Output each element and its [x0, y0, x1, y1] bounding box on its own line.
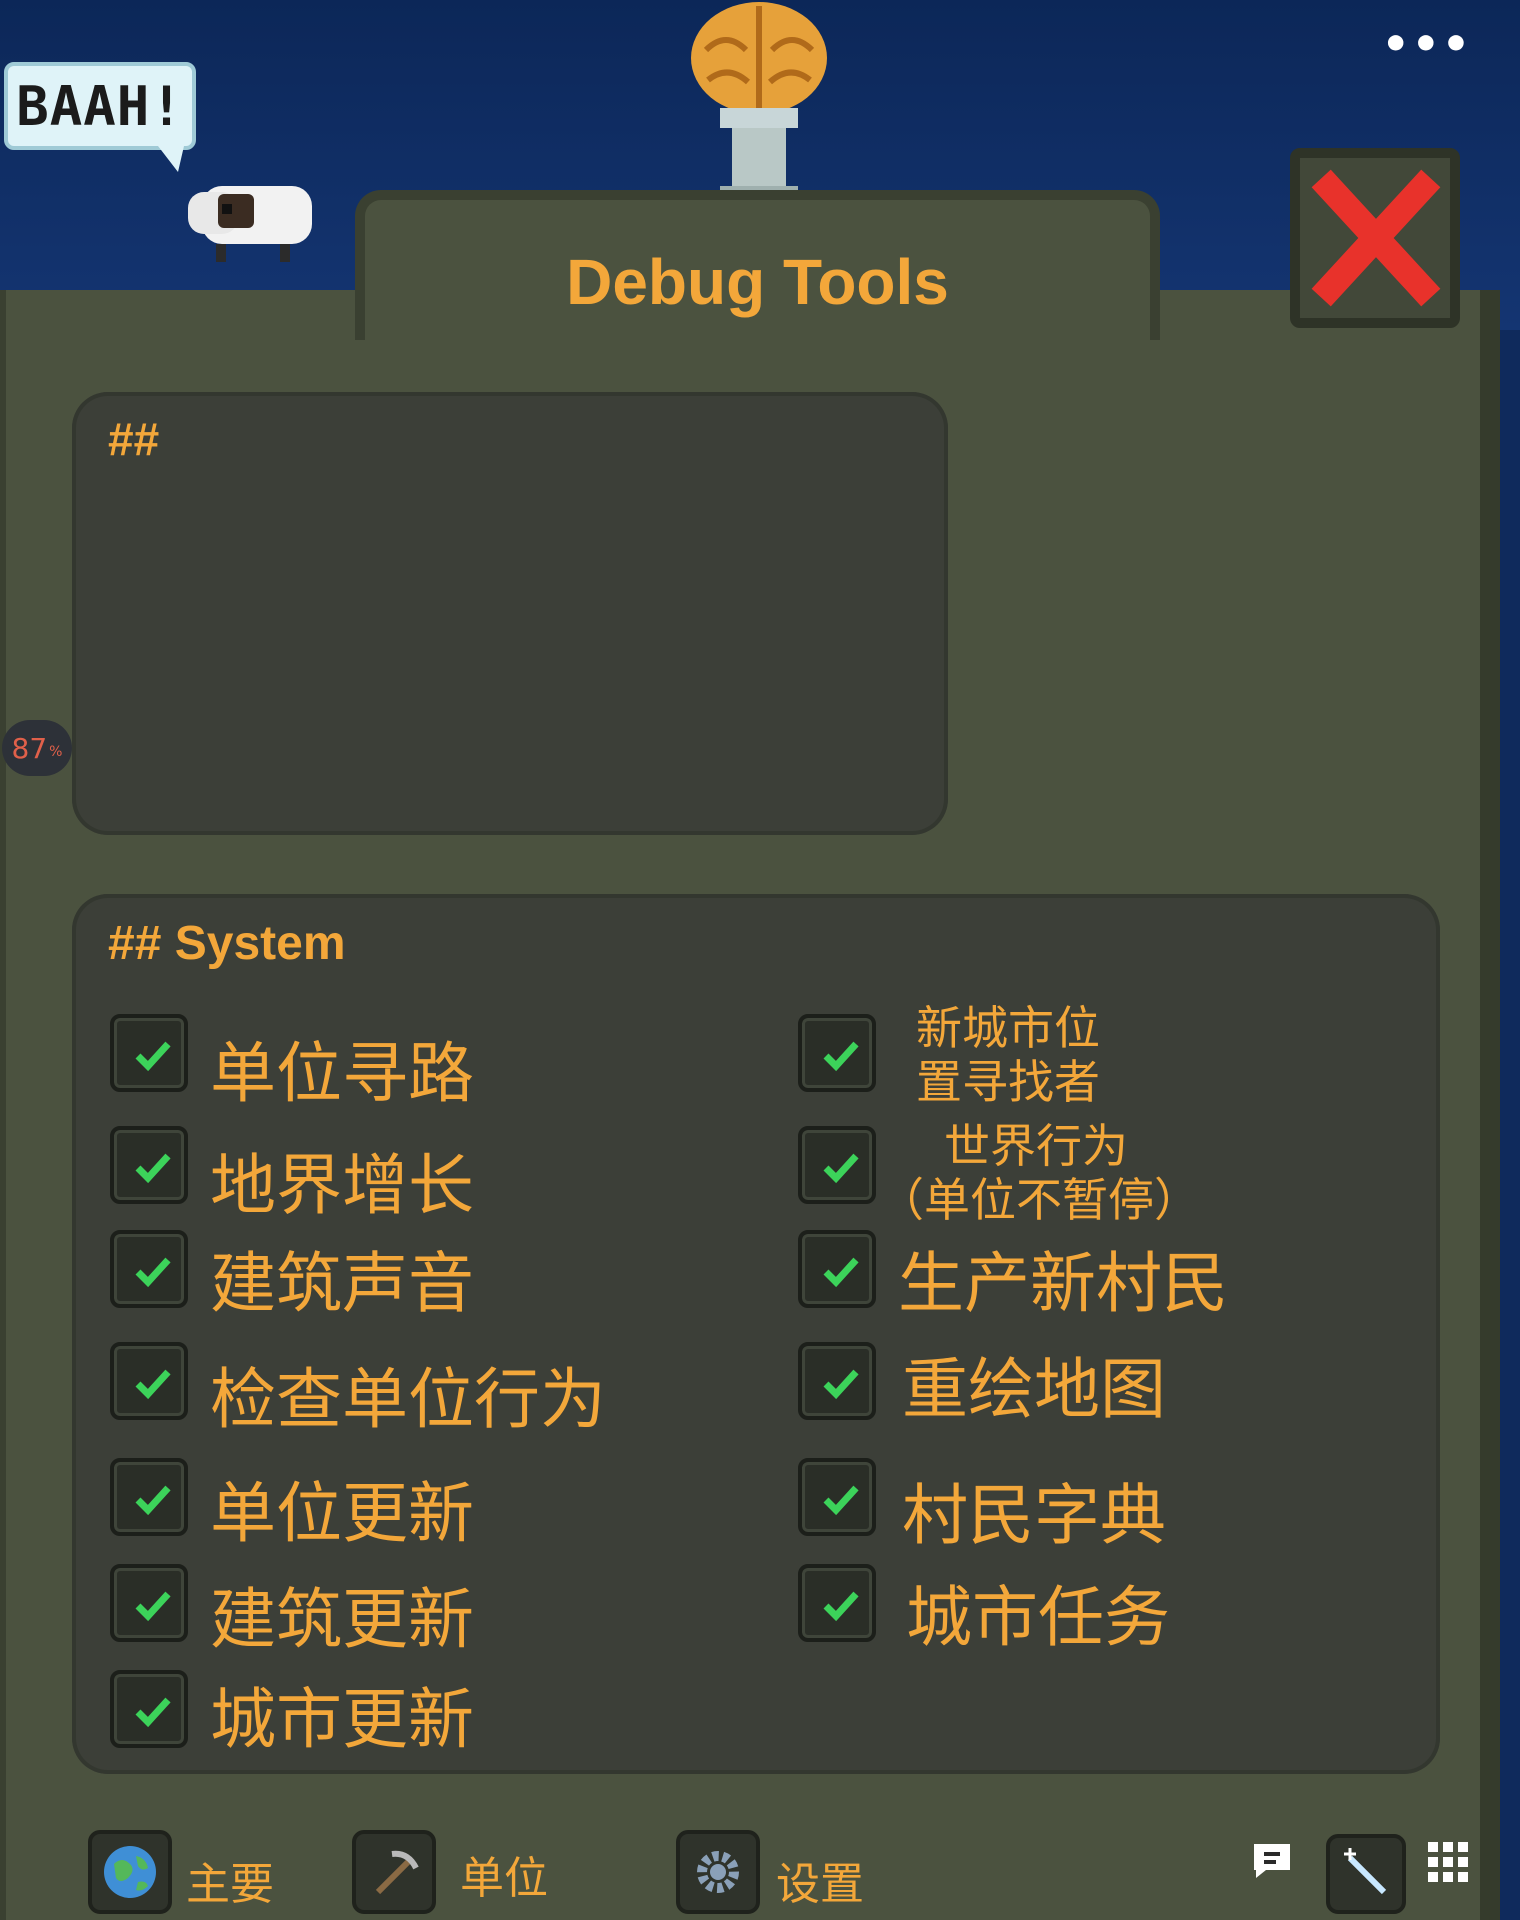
- check-icon: [135, 1369, 171, 1400]
- sheep-icon: [188, 186, 312, 262]
- check-icon: [823, 1485, 859, 1516]
- checkbox[interactable]: [798, 1014, 876, 1092]
- check-icon: [135, 1041, 171, 1072]
- check-icon: [823, 1153, 859, 1184]
- option-label-line2: （单位不暂停）: [878, 1173, 1200, 1227]
- close-button[interactable]: [1290, 148, 1460, 328]
- option-label: 单位寻路: [210, 1035, 474, 1112]
- option-label: 城市任务: [906, 1579, 1170, 1656]
- option-label-line2: 置寻找者: [916, 1055, 1100, 1109]
- option-label: 检查单位行为: [210, 1361, 606, 1438]
- check-icon: [135, 1485, 171, 1516]
- bottom-tab-bar: 主要 单位 设置: [0, 1800, 1520, 1920]
- checkbox[interactable]: [110, 1342, 188, 1420]
- checkbox[interactable]: [110, 1564, 188, 1642]
- option-label: 城市更新: [210, 1681, 474, 1758]
- checkbox[interactable]: [798, 1342, 876, 1420]
- checkbox[interactable]: [798, 1230, 876, 1308]
- option-label: 重绘地图: [902, 1351, 1166, 1428]
- check-icon: [823, 1257, 859, 1288]
- magic-wand-button[interactable]: [1326, 1834, 1406, 1914]
- top-panel-heading: ##: [108, 413, 160, 465]
- speech-bubble: BAAH!: [4, 62, 196, 172]
- close-icon: [1311, 169, 1441, 307]
- option-label: 地界增长: [210, 1147, 474, 1224]
- pickaxe-icon: [375, 1850, 419, 1895]
- checkbox[interactable]: [110, 1458, 188, 1536]
- chat-bubble-icon[interactable]: [1248, 1836, 1296, 1884]
- tab-settings[interactable]: [676, 1830, 760, 1914]
- checkbox[interactable]: [798, 1564, 876, 1642]
- globe-icon: [104, 1846, 156, 1898]
- check-icon: [135, 1257, 171, 1288]
- check-icon: [135, 1697, 171, 1728]
- check-icon: [823, 1369, 859, 1400]
- more-options-icon[interactable]: •••: [1382, 23, 1472, 67]
- checkbox[interactable]: [798, 1126, 876, 1204]
- checkbox[interactable]: [110, 1014, 188, 1092]
- check-icon: [135, 1153, 171, 1184]
- checkbox[interactable]: [798, 1458, 876, 1536]
- speech-bubble-text: BAAH!: [16, 74, 184, 138]
- fps-value: 87: [11, 731, 48, 765]
- checkbox[interactable]: [110, 1230, 188, 1308]
- option-label: 建筑声音: [210, 1245, 474, 1322]
- tab-units[interactable]: [352, 1830, 436, 1914]
- option-label: 村民字典: [902, 1477, 1166, 1554]
- grid-menu-icon[interactable]: [1426, 1840, 1470, 1884]
- option-label: 单位更新: [210, 1475, 474, 1552]
- top-panel: [72, 392, 948, 835]
- check-icon: [823, 1041, 859, 1072]
- tab-settings-label[interactable]: 设置: [776, 1848, 864, 1912]
- checkbox[interactable]: [110, 1126, 188, 1204]
- fps-unit: %: [49, 744, 63, 760]
- option-label: 建筑更新: [210, 1581, 474, 1658]
- magic-wand-icon: [1344, 1848, 1387, 1895]
- checkbox[interactable]: [110, 1670, 188, 1748]
- window-title: Debug Tools: [566, 246, 949, 318]
- brain-statue-icon: [691, 2, 827, 198]
- fps-badge: 87%: [2, 720, 72, 776]
- gear-icon: [697, 1851, 739, 1893]
- tab-main[interactable]: [88, 1830, 172, 1914]
- tab-units-label[interactable]: 单位: [460, 1842, 548, 1906]
- system-panel-heading: ## System: [108, 917, 346, 970]
- check-icon: [135, 1591, 171, 1622]
- option-label: 生产新村民: [898, 1245, 1228, 1322]
- tab-main-label[interactable]: 主要: [186, 1848, 274, 1912]
- check-icon: [823, 1591, 859, 1622]
